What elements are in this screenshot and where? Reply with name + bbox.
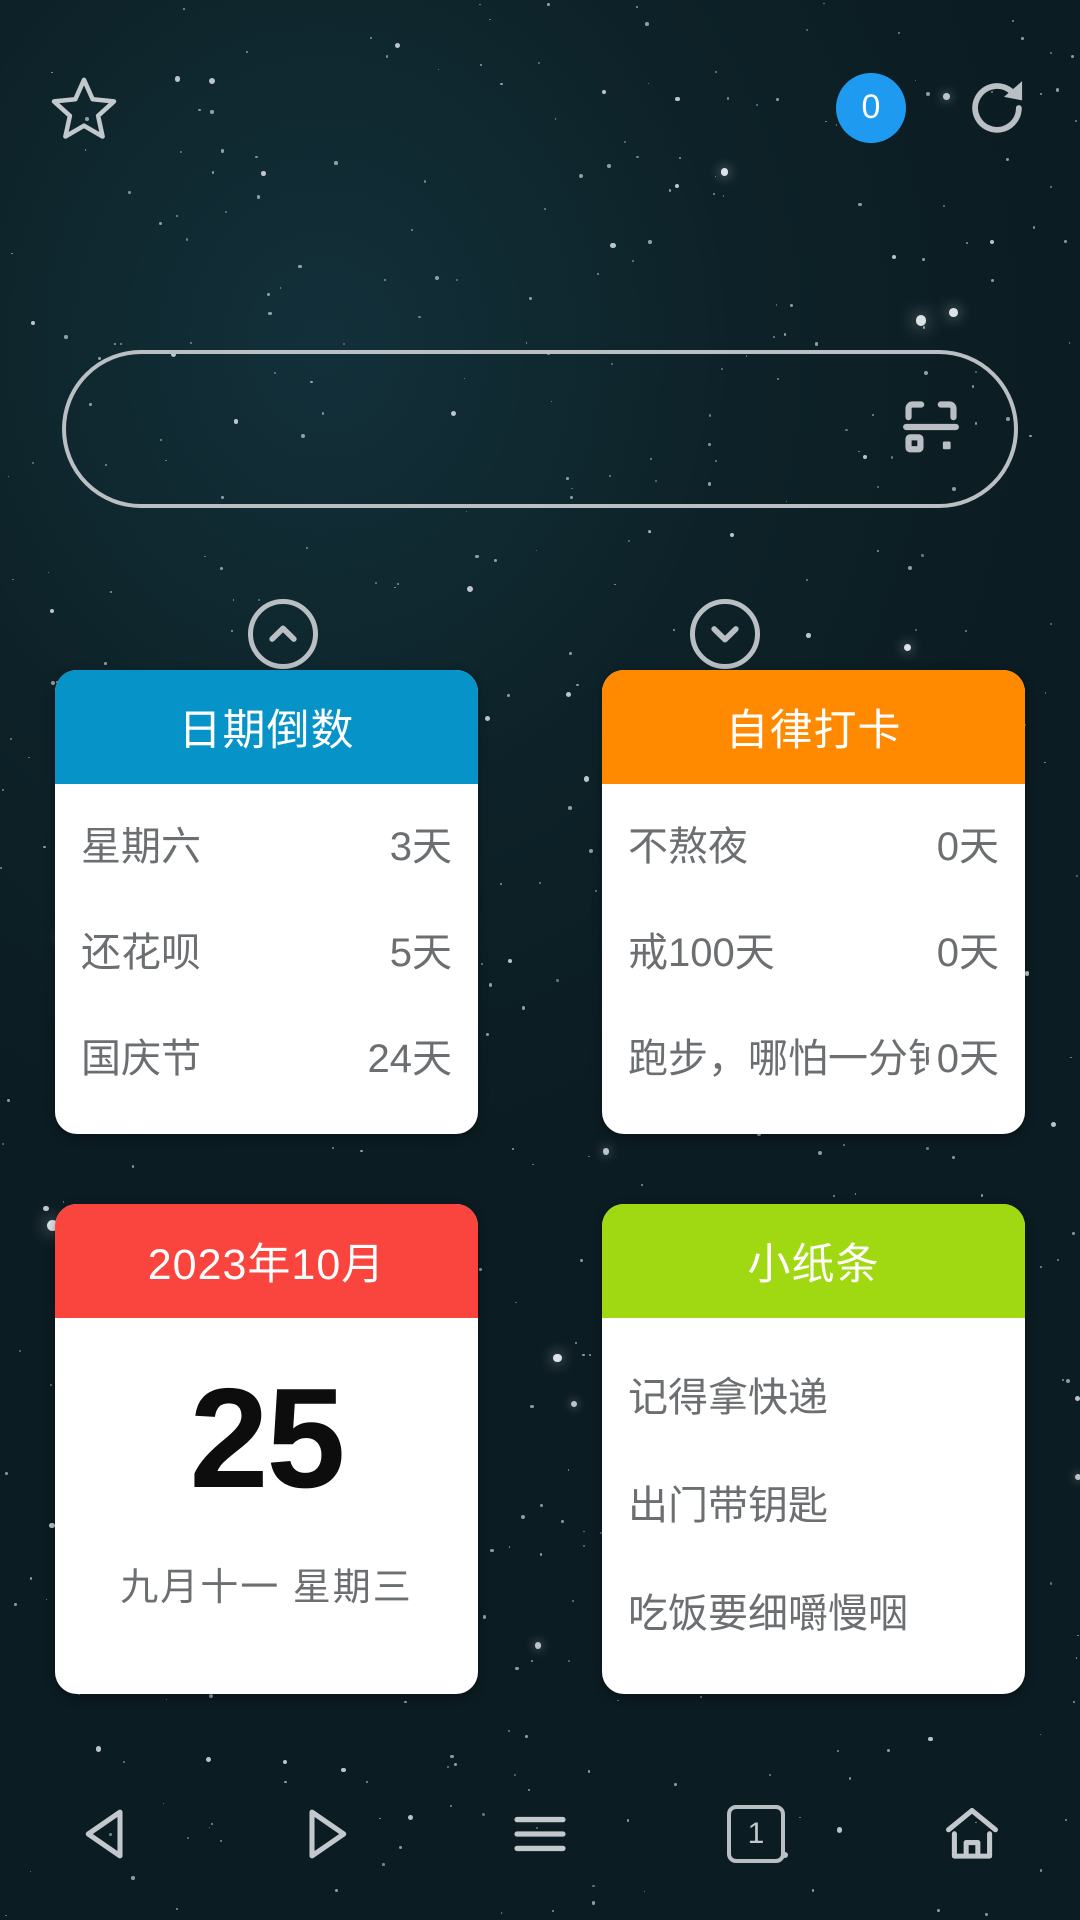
table-row[interactable]: 戒100天 0天: [602, 896, 1025, 1002]
table-row[interactable]: 国庆节 24天: [55, 1002, 478, 1108]
card-calendar-header: 2023年10月: [55, 1204, 478, 1318]
star-outline-icon[interactable]: [48, 72, 120, 144]
tab-count: 1: [748, 1817, 765, 1851]
back-icon: [76, 1802, 140, 1866]
card-calendar[interactable]: 2023年10月 25 九月十一 星期三: [55, 1204, 478, 1694]
row-label: 国庆节: [81, 1026, 201, 1084]
tab-count-box: 1: [727, 1805, 785, 1863]
row-label: 跑步，哪怕一分钟: [628, 1026, 929, 1084]
notification-badge[interactable]: 0: [836, 73, 906, 143]
chevron-down-icon: [705, 614, 745, 654]
row-value: 0天: [937, 920, 999, 978]
badge-count: 0: [862, 88, 881, 127]
card-discipline-header: 自律打卡: [602, 670, 1025, 784]
top-bar: 0: [0, 0, 1080, 215]
list-item[interactable]: 吃饭要细嚼慢咽: [602, 1556, 1025, 1664]
nav-forward-button[interactable]: [264, 1779, 384, 1889]
card-notes-header: 小纸条: [602, 1204, 1025, 1318]
home-icon: [940, 1802, 1004, 1866]
card-discipline-body: 不熬夜 0天 戒100天 0天 跑步，哪怕一分钟 0天: [602, 784, 1025, 1134]
card-self-discipline[interactable]: 自律打卡 不熬夜 0天 戒100天 0天 跑步，哪怕一分钟 0天: [602, 670, 1025, 1134]
card-calendar-title: 2023年10月: [148, 1230, 386, 1292]
list-item[interactable]: 记得拿快递: [602, 1340, 1025, 1448]
card-countdown-title: 日期倒数: [179, 696, 355, 758]
nav-back-button[interactable]: [48, 1779, 168, 1889]
nav-menu-button[interactable]: [480, 1779, 600, 1889]
card-notes[interactable]: 小纸条 记得拿快递 出门带钥匙 吃饭要细嚼慢咽: [602, 1204, 1025, 1694]
card-discipline-title: 自律打卡: [726, 696, 902, 758]
table-row[interactable]: 星期六 3天: [55, 790, 478, 896]
widget-grid: 日期倒数 星期六 3天 还花呗 5天 国庆节 24天 自律打卡 不熬夜 0天: [55, 670, 1025, 1694]
row-label: 不熬夜: [628, 814, 748, 872]
table-row[interactable]: 跑步，哪怕一分钟 0天: [602, 1002, 1025, 1108]
menu-icon: [508, 1802, 572, 1866]
row-value: 3天: [390, 814, 452, 872]
table-row[interactable]: 不熬夜 0天: [602, 790, 1025, 896]
list-item[interactable]: 出门带钥匙: [602, 1448, 1025, 1556]
row-value: 0天: [937, 1026, 999, 1084]
card-notes-title: 小纸条: [748, 1230, 880, 1292]
chevron-up-icon: [263, 614, 303, 654]
qr-scan-icon[interactable]: [900, 396, 962, 463]
search-input[interactable]: [112, 408, 900, 451]
bottom-navigation-bar: 1: [0, 1748, 1080, 1920]
card-date-countdown[interactable]: 日期倒数 星期六 3天 还花呗 5天 国庆节 24天: [55, 670, 478, 1134]
scroll-up-button[interactable]: [248, 599, 318, 669]
row-label: 戒100天: [628, 920, 775, 978]
card-calendar-body: 25 九月十一 星期三: [55, 1318, 478, 1681]
search-bar-container: [62, 350, 1018, 508]
row-label: 星期六: [81, 814, 201, 872]
search-bar[interactable]: [62, 350, 1018, 508]
top-bar-left: [48, 72, 120, 144]
forward-icon: [292, 1802, 356, 1866]
note-text: 吃饭要细嚼慢咽: [628, 1581, 908, 1639]
row-value: 5天: [390, 920, 452, 978]
calendar-lunar-weekday: 九月十一 星期三: [120, 1556, 413, 1611]
card-countdown-header: 日期倒数: [55, 670, 478, 784]
card-countdown-body: 星期六 3天 还花呗 5天 国庆节 24天: [55, 784, 478, 1134]
calendar-day-number: 25: [190, 1368, 344, 1510]
top-bar-right: 0: [836, 73, 1032, 143]
row-value: 0天: [937, 814, 999, 872]
refresh-icon[interactable]: [962, 73, 1032, 143]
note-text: 出门带钥匙: [628, 1473, 828, 1531]
table-row[interactable]: 还花呗 5天: [55, 896, 478, 1002]
card-notes-body: 记得拿快递 出门带钥匙 吃饭要细嚼慢咽: [602, 1318, 1025, 1694]
row-label: 还花呗: [81, 920, 201, 978]
scroll-down-button[interactable]: [690, 599, 760, 669]
nav-tabs-button[interactable]: 1: [696, 1779, 816, 1889]
row-value: 24天: [368, 1026, 453, 1084]
nav-home-button[interactable]: [912, 1779, 1032, 1889]
note-text: 记得拿快递: [628, 1365, 828, 1423]
